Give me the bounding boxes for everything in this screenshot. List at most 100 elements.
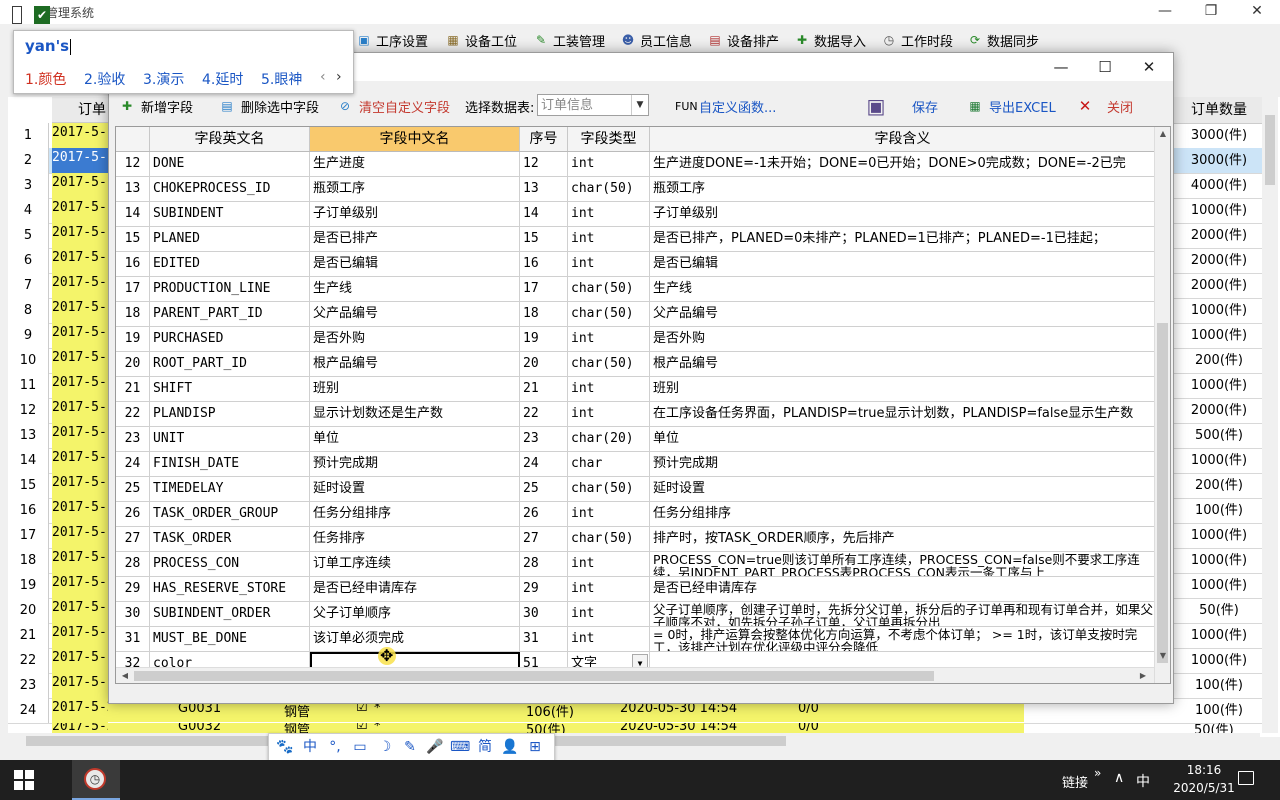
field-chinese-name[interactable]: 任务排序 bbox=[310, 527, 520, 551]
custom-function-button[interactable]: 自定义函数... bbox=[699, 93, 776, 119]
field-english-name[interactable]: MUST_BE_DONE bbox=[150, 627, 310, 651]
field-english-name[interactable]: PARENT_PART_ID bbox=[150, 302, 310, 326]
row-number[interactable]: 16 bbox=[116, 252, 150, 276]
restore-button[interactable]: ❐ bbox=[1188, 0, 1234, 24]
field-type[interactable]: char(50) bbox=[568, 302, 650, 326]
field-chinese-name[interactable]: 是否已编辑 bbox=[310, 252, 520, 276]
field-type[interactable]: int bbox=[568, 552, 650, 576]
notification-icon[interactable] bbox=[1238, 771, 1254, 785]
field-sequence[interactable]: 26 bbox=[520, 502, 568, 526]
field-english-name[interactable]: TASK_ORDER_GROUP bbox=[150, 502, 310, 526]
menu-equipment-scheduling[interactable]: ▤ 设备排产 bbox=[707, 28, 779, 52]
field-meaning[interactable]: 班别 bbox=[650, 377, 1156, 401]
table-row[interactable]: 31 MUST_BE_DONE 该订单必须完成 31 int = 0时，排产运算会按整体优… bbox=[116, 627, 1156, 652]
column-header-order[interactable]: 订单 bbox=[52, 97, 112, 123]
table-select[interactable]: 订单信息 ▼ bbox=[537, 94, 649, 116]
field-type[interactable]: char(50) bbox=[568, 177, 650, 201]
field-english-name[interactable]: UNIT bbox=[150, 427, 310, 451]
field-english-name[interactable]: HAS_RESERVE_STORE bbox=[150, 577, 310, 601]
row-number[interactable]: 17 bbox=[116, 277, 150, 301]
row-number[interactable]: 23 bbox=[116, 427, 150, 451]
column-header-row[interactable] bbox=[116, 127, 150, 151]
delete-selected-field-button[interactable]: ▤ 删除选中字段 bbox=[219, 93, 319, 119]
field-type[interactable]: int bbox=[568, 627, 650, 651]
orders-horizontal-scrollbar[interactable] bbox=[8, 733, 1260, 749]
scroll-up-icon[interactable]: ▲ bbox=[1156, 129, 1170, 138]
field-meaning[interactable]: = 0时，排产运算会按整体优化方向运算，不考虑个体订单； >= 1时，该订单支按… bbox=[650, 627, 1156, 651]
menu-employee-info[interactable]: ☻ 员工信息 bbox=[620, 28, 692, 52]
table-row[interactable]: 19 PURCHASED 是否外购 19 int 是否外购 bbox=[116, 327, 1156, 352]
field-chinese-name[interactable]: 延时设置 bbox=[310, 477, 520, 501]
field-meaning[interactable]: 延时设置 bbox=[650, 477, 1156, 501]
table-row[interactable]: 22 PLANDISP 显示计划数还是生产数 22 int 在工序设备任务界面，PLAND… bbox=[116, 402, 1156, 427]
field-chinese-name[interactable]: 根产品编号 bbox=[310, 352, 520, 376]
field-chinese-name[interactable]: 是否已经申请库存 bbox=[310, 577, 520, 601]
field-sequence[interactable]: 24 bbox=[520, 452, 568, 476]
grid-vertical-scrollbar[interactable]: ▲ ▼ bbox=[1154, 127, 1170, 683]
field-chinese-name[interactable]: 是否外购 bbox=[310, 327, 520, 351]
row-number[interactable]: 19 bbox=[116, 327, 150, 351]
scroll-thumb[interactable] bbox=[1265, 115, 1275, 185]
punctuation-icon[interactable]: °, bbox=[325, 737, 345, 757]
ime-candidate-5[interactable]: 5.眼神 bbox=[261, 69, 302, 89]
chevron-down-icon[interactable]: ▼ bbox=[631, 95, 648, 115]
table-row[interactable]: 20 ROOT_PART_ID 根产品编号 20 char(50) 根产品编号 bbox=[116, 352, 1156, 377]
grid-icon[interactable]: ⊞ bbox=[525, 737, 545, 757]
field-meaning[interactable]: 是否已经申请库存 bbox=[650, 577, 1156, 601]
field-chinese-name[interactable]: 父产品编号 bbox=[310, 302, 520, 326]
menu-process-settings[interactable]: ▣ 工序设置 bbox=[356, 28, 428, 52]
field-type[interactable]: char(50) bbox=[568, 277, 650, 301]
field-meaning[interactable]: PROCESS_CON=true则该订单所有工序连续，PROCESS_CON=f… bbox=[650, 552, 1156, 576]
field-english-name[interactable]: PURCHASED bbox=[150, 327, 310, 351]
table-row[interactable]: 30 SUBINDENT_ORDER 父子订单顺序 30 int 父子订单顺序，创建子订单… bbox=[116, 602, 1156, 627]
field-english-name[interactable]: SUBINDENT bbox=[150, 202, 310, 226]
field-sequence[interactable]: 14 bbox=[520, 202, 568, 226]
field-type[interactable]: int bbox=[568, 502, 650, 526]
field-meaning[interactable]: 生产进度DONE=-1未开始；DONE=0已开始；DONE>0完成数；DONE=… bbox=[650, 152, 1156, 176]
field-sequence[interactable]: 16 bbox=[520, 252, 568, 276]
field-type[interactable]: int bbox=[568, 577, 650, 601]
table-row[interactable]: 13 CHOKEPROCESS_ID 瓶颈工序 13 char(50) 瓶颈工序 bbox=[116, 177, 1156, 202]
field-meaning[interactable]: 瓶颈工序 bbox=[650, 177, 1156, 201]
field-sequence[interactable]: 19 bbox=[520, 327, 568, 351]
field-chinese-name[interactable]: 任务分组排序 bbox=[310, 502, 520, 526]
clock-date[interactable]: 2020/5/31 bbox=[1172, 781, 1236, 795]
minimize-button[interactable]: — bbox=[1142, 0, 1188, 24]
row-number[interactable]: 15 bbox=[116, 227, 150, 251]
field-sequence[interactable]: 21 bbox=[520, 377, 568, 401]
table-row[interactable]: 26 TASK_ORDER_GROUP 任务分组排序 26 int 任务分组排序 bbox=[116, 502, 1156, 527]
menu-data-import[interactable]: ✚ 数据导入 bbox=[794, 28, 866, 52]
row-number[interactable]: 26 bbox=[116, 502, 150, 526]
table-row[interactable]: 27 TASK_ORDER 任务排序 27 char(50) 排产时，按TASK_ORDE… bbox=[116, 527, 1156, 552]
column-header-chinese-name[interactable]: 字段中文名 bbox=[310, 127, 520, 151]
row-number[interactable]: 14 bbox=[116, 202, 150, 226]
table-row[interactable]: 16 EDITED 是否已编辑 16 int 是否已编辑 bbox=[116, 252, 1156, 277]
save-button[interactable]: 保存 bbox=[912, 93, 938, 119]
table-row[interactable]: 28 PROCESS_CON 订单工序连续 28 int PROCESS_CON=true… bbox=[116, 552, 1156, 577]
row-number[interactable]: 30 bbox=[116, 602, 150, 626]
field-type[interactable]: char(50) bbox=[568, 477, 650, 501]
row-number[interactable]: 28 bbox=[116, 552, 150, 576]
field-meaning[interactable]: 排产时，按TASK_ORDER顺序，先后排产 bbox=[650, 527, 1156, 551]
fullwidth-icon[interactable]: ▭ bbox=[350, 737, 370, 757]
field-english-name[interactable]: SHIFT bbox=[150, 377, 310, 401]
user-icon[interactable]: 👤 bbox=[500, 737, 520, 757]
row-number[interactable]: 24 bbox=[116, 452, 150, 476]
field-type[interactable]: int bbox=[568, 377, 650, 401]
field-chinese-name[interactable]: 生产进度 bbox=[310, 152, 520, 176]
field-english-name[interactable]: PLANED bbox=[150, 227, 310, 251]
scroll-right-icon[interactable]: ▶ bbox=[1136, 671, 1150, 680]
add-field-button[interactable]: ✚ 新增字段 bbox=[119, 93, 193, 119]
field-meaning[interactable]: 是否已编辑 bbox=[650, 252, 1156, 276]
field-type[interactable]: char(20) bbox=[568, 427, 650, 451]
chevron-up-icon[interactable]: ∧ bbox=[1114, 770, 1124, 786]
ime-next-page-icon[interactable]: › bbox=[336, 69, 342, 85]
chinese-mode-icon[interactable]: 中 bbox=[300, 737, 320, 757]
field-sequence[interactable]: 13 bbox=[520, 177, 568, 201]
menu-tooling[interactable]: ✎ 工装管理 bbox=[533, 28, 605, 52]
row-number[interactable]: 18 bbox=[116, 302, 150, 326]
field-chinese-name[interactable]: 子订单级别 bbox=[310, 202, 520, 226]
row-number[interactable]: 29 bbox=[116, 577, 150, 601]
row-number[interactable]: 12 bbox=[116, 152, 150, 176]
field-sequence[interactable]: 29 bbox=[520, 577, 568, 601]
